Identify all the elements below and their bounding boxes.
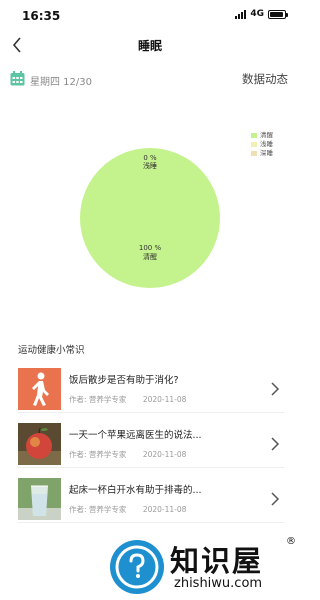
apple-thumbnail <box>18 423 61 465</box>
article-date: 2020-11-08 <box>142 395 187 404</box>
article-date: 2020-11-08 <box>142 450 187 459</box>
article-date: 2020-11-08 <box>142 505 187 514</box>
page-title: 睡眠 <box>137 39 162 53</box>
legend-label: 清醒 <box>260 131 273 139</box>
article-item[interactable]: 一天一个苹果远离医生的说法... 作者: 营养学专家 2020-11-08 <box>18 423 284 468</box>
chevron-right-icon <box>271 492 280 506</box>
status-bar: 16:35 4G <box>0 0 300 30</box>
pie-label-1: 浅睡 <box>143 161 157 170</box>
legend-item: 深睡 <box>251 149 273 158</box>
date-label: 星期四 12/30 <box>30 77 92 88</box>
battery-icon <box>268 9 288 19</box>
legend-label: 深睡 <box>260 149 273 157</box>
article-author: 作者: 营养学专家 <box>69 395 127 404</box>
pie-label-2: 100 % <box>139 244 162 252</box>
article-meta: 作者: 营养学专家 2020-11-08 <box>69 449 186 460</box>
signal-icon <box>235 9 247 19</box>
watermark-logo: 知识屋 ® zhishiwu.com <box>104 536 300 600</box>
watermark-name: 知识屋 <box>170 544 264 578</box>
pie-label-0: 0 % <box>143 154 157 162</box>
pie-label-3: 清醒 <box>143 252 157 261</box>
legend-swatch <box>251 142 257 147</box>
legend-item: 清醒 <box>251 131 273 140</box>
chevron-right-icon <box>271 437 280 451</box>
chart-legend: 清醒 浅睡 深睡 <box>251 131 273 158</box>
date-bar: 星期四 12/30 数据动态 <box>0 68 300 92</box>
article-title: 一天一个苹果远离医生的说法... <box>69 430 202 441</box>
article-meta: 作者: 营养学专家 2020-11-08 <box>69 394 186 405</box>
legend-swatch <box>251 133 257 138</box>
section-title: 运动健康小常识 <box>18 345 85 356</box>
article-author: 作者: 营养学专家 <box>69 450 127 459</box>
watermark-domain: zhishiwu.com <box>174 576 263 591</box>
status-icons: 4G <box>235 9 288 19</box>
article-meta: 作者: 营养学专家 2020-11-08 <box>69 504 186 515</box>
article-item[interactable]: 起床一杯白开水有助于排毒的... 作者: 营养学专家 2020-11-08 <box>18 478 284 523</box>
watermark-circle-icon <box>110 540 164 594</box>
network-type: 4G <box>250 9 264 19</box>
walking-person-thumbnail <box>18 368 61 410</box>
article-title: 饭后散步是否有助于消化? <box>69 375 179 386</box>
data-dynamic-link[interactable]: 数据动态 <box>242 71 288 87</box>
status-time: 16:35 <box>22 9 61 23</box>
article-author: 作者: 营养学专家 <box>69 505 127 514</box>
article-title: 起床一杯白开水有助于排毒的... <box>69 485 202 496</box>
glass-of-water-thumbnail <box>18 478 61 520</box>
legend-item: 浅睡 <box>251 140 273 149</box>
watermark-registered-mark: ® <box>286 536 296 547</box>
calendar-icon <box>10 71 25 86</box>
article-item[interactable]: 饭后散步是否有助于消化? 作者: 营养学专家 2020-11-08 <box>18 368 284 413</box>
legend-swatch <box>251 151 257 156</box>
legend-label: 浅睡 <box>260 140 273 148</box>
nav-bar: 睡眠 <box>0 30 300 60</box>
chevron-right-icon <box>271 382 280 396</box>
